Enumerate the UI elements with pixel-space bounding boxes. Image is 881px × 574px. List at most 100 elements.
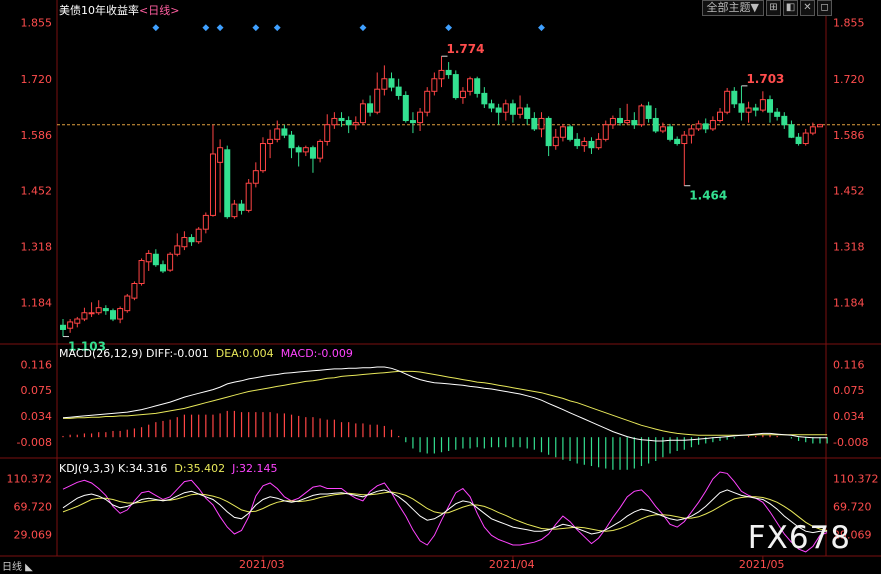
x-tick-label: 2021/04 [489, 558, 535, 571]
candle-down [238, 203, 245, 211]
dea-label: DEA:0.004 [215, 347, 274, 360]
candle-up [209, 153, 216, 216]
candle-down [531, 117, 538, 130]
candle-up [81, 312, 88, 320]
candle-up [517, 107, 524, 115]
price-tick-left: 1.586 [21, 129, 53, 142]
candle-up [467, 78, 474, 92]
candle-up [124, 295, 131, 312]
candle-up [131, 283, 138, 299]
price-pane: 1.855 1.855 1.720 1.720 1.586 1.586 1.452 1.452… [21, 16, 881, 354]
macd-tick-right: 0.075 [833, 384, 865, 397]
price-tick-left: 1.855 [21, 16, 53, 29]
macd-tick-right: 0.116 [833, 359, 865, 372]
macd-tick-left: -0.008 [17, 436, 52, 449]
price-tick-right: 1.586 [833, 129, 865, 142]
event-marker: ◆ [538, 23, 545, 33]
candle-up [695, 123, 702, 130]
candle-up [717, 111, 724, 122]
macd-indicator-label: MACD(26,12,9) [59, 347, 143, 360]
kdj-tick-right: 110.372 [833, 473, 879, 486]
candle-up [74, 318, 81, 324]
candle-up [331, 117, 338, 126]
candle-up [659, 126, 666, 132]
candle-up [145, 252, 152, 263]
candle-up [95, 307, 102, 314]
candle-down [309, 147, 316, 159]
bottom-period-button[interactable]: 日线 ◣ [2, 558, 33, 573]
candle-down [188, 237, 195, 243]
kdj-indicator-label: KDJ(9,3,3) [59, 462, 115, 475]
kdj-tick-right: 69.720 [833, 501, 872, 514]
candle-up [381, 78, 388, 90]
candle-up [231, 203, 238, 218]
candle-up [352, 122, 359, 126]
candle-up [459, 90, 466, 99]
candle-up [424, 90, 431, 113]
candle-down [60, 324, 66, 330]
candle-up [138, 260, 145, 285]
period-label[interactable]: <日线> [139, 4, 179, 17]
candle-up [802, 132, 809, 145]
candle-up [609, 117, 616, 126]
candle-down [731, 90, 738, 105]
candle-down [367, 103, 374, 113]
candle-down [545, 117, 552, 147]
candle-up [624, 120, 631, 124]
macd-value-label: MACD:-0.009 [280, 347, 353, 360]
event-marker: ◆ [274, 23, 281, 33]
candle-up [67, 321, 74, 329]
candle-down [674, 138, 681, 145]
candle-down [224, 149, 231, 218]
candle-down [588, 140, 595, 149]
candle-down [109, 310, 116, 320]
price-annotation: 1.703 [746, 72, 784, 86]
candle-up [638, 105, 645, 126]
candle-up [274, 128, 281, 140]
chart-title: 美债10年收益率 [59, 4, 139, 17]
kdj-legend: KDJ(9,3,3) K:34.316 D:35.402 J:32.145 [59, 462, 278, 475]
candle-down [652, 117, 659, 132]
theme-dropdown[interactable]: 全部主题▼ [701, 0, 764, 16]
candle-up [174, 245, 181, 255]
candle-up [817, 124, 823, 128]
candle-up [245, 182, 252, 211]
candle-up [417, 111, 424, 124]
candle-down [488, 103, 495, 109]
candle-up [438, 69, 445, 80]
close-icon[interactable]: ✕ [800, 0, 815, 16]
candle-down [509, 103, 516, 115]
chart-title-row: 美债10年收益率<日线> [59, 2, 179, 18]
candle-up [252, 170, 259, 184]
d-label: D:35.402 [174, 462, 226, 475]
event-marker: ◆ [252, 23, 259, 33]
diff-label: DIFF:-0.001 [146, 347, 209, 360]
candle-up [581, 140, 588, 147]
candle-up [117, 308, 124, 320]
candle-down [495, 107, 502, 113]
kdj-tick-left: 110.372 [7, 473, 53, 486]
candle-down [338, 117, 345, 122]
fx678-watermark: FX678 [747, 520, 851, 556]
candle-down [452, 74, 459, 99]
grid-icon[interactable]: ⊞ [766, 0, 781, 16]
candle-down [345, 120, 352, 126]
price-tick-left: 1.452 [21, 185, 53, 198]
macd-legend: MACD(26,12,9) DIFF:-0.001 DEA:0.004 MACD… [59, 347, 353, 360]
window-icon[interactable]: ◻ [817, 0, 832, 16]
event-marker: ◆ [445, 23, 452, 33]
candle-up [167, 253, 174, 271]
candle-down [702, 123, 709, 130]
candle-down [409, 120, 416, 124]
layout-icon[interactable]: ◧ [783, 0, 798, 16]
price-tick-right: 1.184 [833, 297, 865, 310]
candle-down [781, 115, 788, 126]
k-label: K:34.316 [118, 462, 168, 475]
candle-up [202, 214, 209, 230]
candle-up [324, 124, 331, 142]
candle-down [617, 117, 624, 124]
candle-down [774, 111, 781, 117]
candle-up [88, 312, 95, 315]
candle-down [281, 128, 288, 136]
candle-up [559, 126, 566, 138]
